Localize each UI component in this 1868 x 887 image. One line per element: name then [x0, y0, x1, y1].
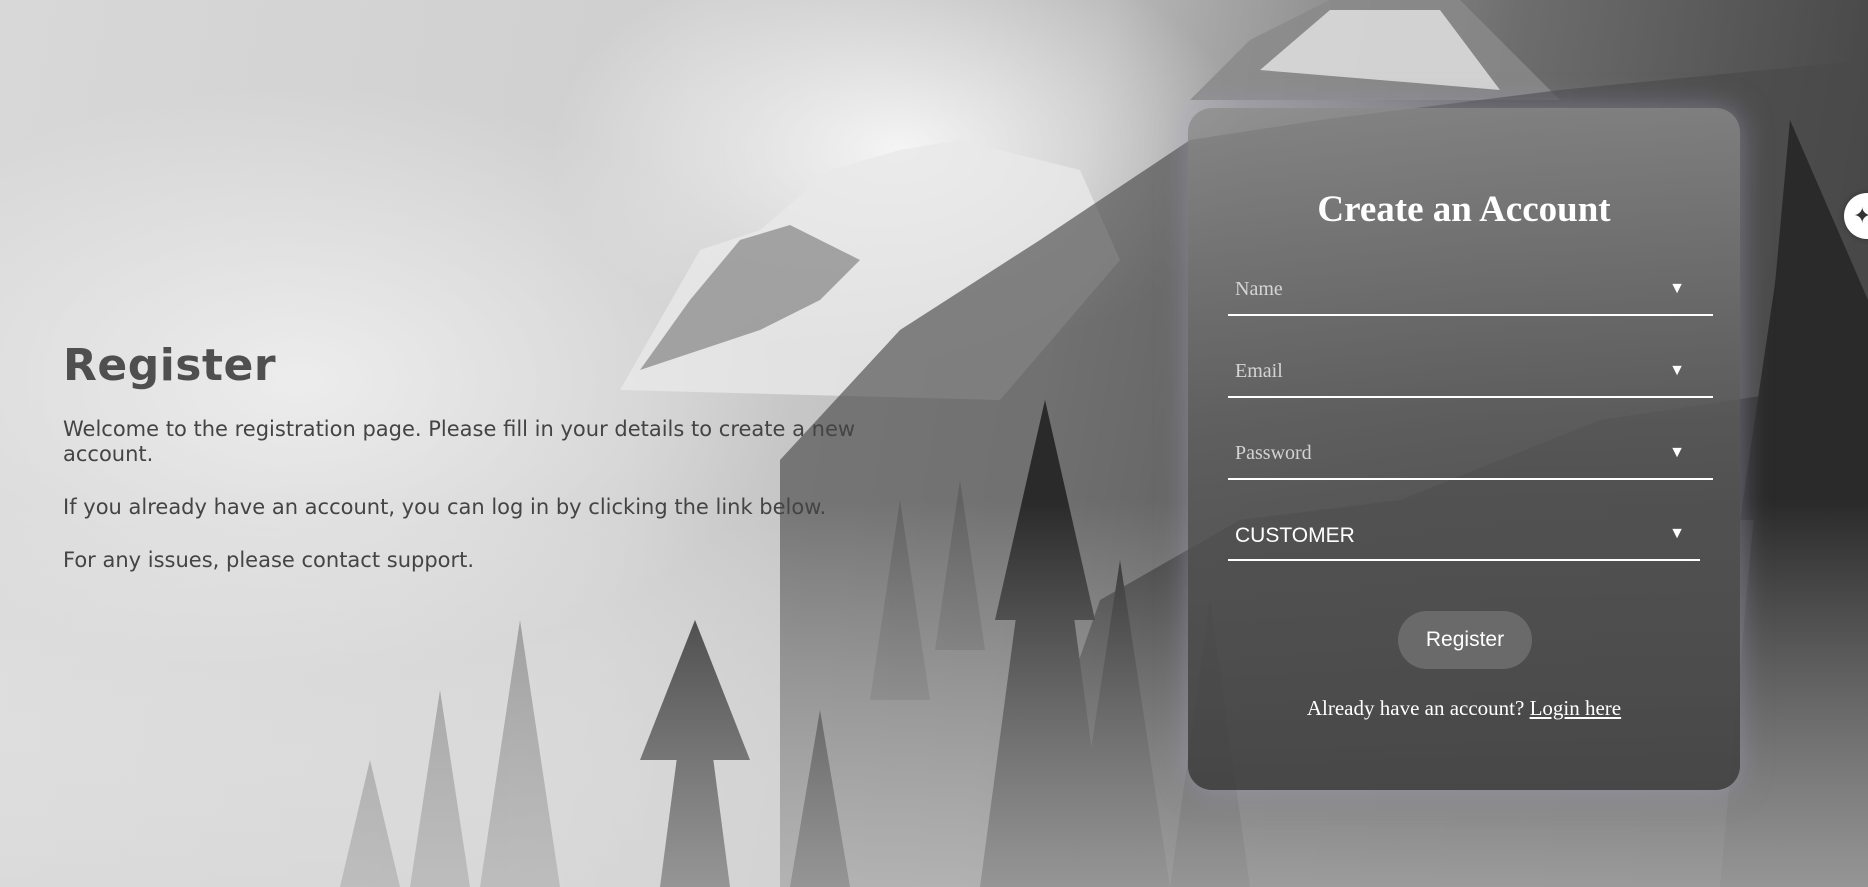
password-placeholder: Password [1235, 442, 1312, 464]
email-field[interactable]: Email ▼ [1228, 348, 1713, 398]
login-prompt-line: Already have an account? Login here [1188, 696, 1740, 721]
chevron-down-icon: ▼ [1669, 525, 1685, 542]
form-title: Create an Account [1317, 189, 1611, 230]
sparkle-icon: ✦ [1853, 203, 1868, 228]
register-page: Register Welcome to the registration pag… [0, 0, 1868, 887]
registration-card: Create an Account Name ▼ Email ▼ Passwor… [1188, 108, 1740, 790]
page-title: Register [63, 340, 277, 391]
register-button[interactable]: Register [1398, 611, 1532, 669]
login-link[interactable]: Login here [1530, 696, 1622, 720]
chevron-down-icon: ▼ [1669, 444, 1685, 461]
role-select-value: CUSTOMER [1235, 524, 1355, 547]
login-prompt-text: Already have an account? [1306, 696, 1525, 720]
role-select[interactable]: CUSTOMER ▼ [1228, 511, 1700, 561]
intro-section: Register Welcome to the registration pag… [63, 340, 923, 601]
chevron-down-icon: ▼ [1669, 362, 1685, 379]
chevron-down-icon: ▼ [1669, 280, 1685, 297]
name-placeholder: Name [1235, 278, 1283, 300]
name-field[interactable]: Name ▼ [1228, 266, 1713, 316]
intro-line-login-hint: If you already have an account, you can … [63, 495, 827, 519]
email-placeholder: Email [1235, 360, 1283, 382]
password-field[interactable]: Password ▼ [1228, 430, 1713, 480]
intro-line-support: For any issues, please contact support. [63, 548, 475, 572]
intro-line-welcome: Welcome to the registration page. Please… [63, 417, 856, 466]
